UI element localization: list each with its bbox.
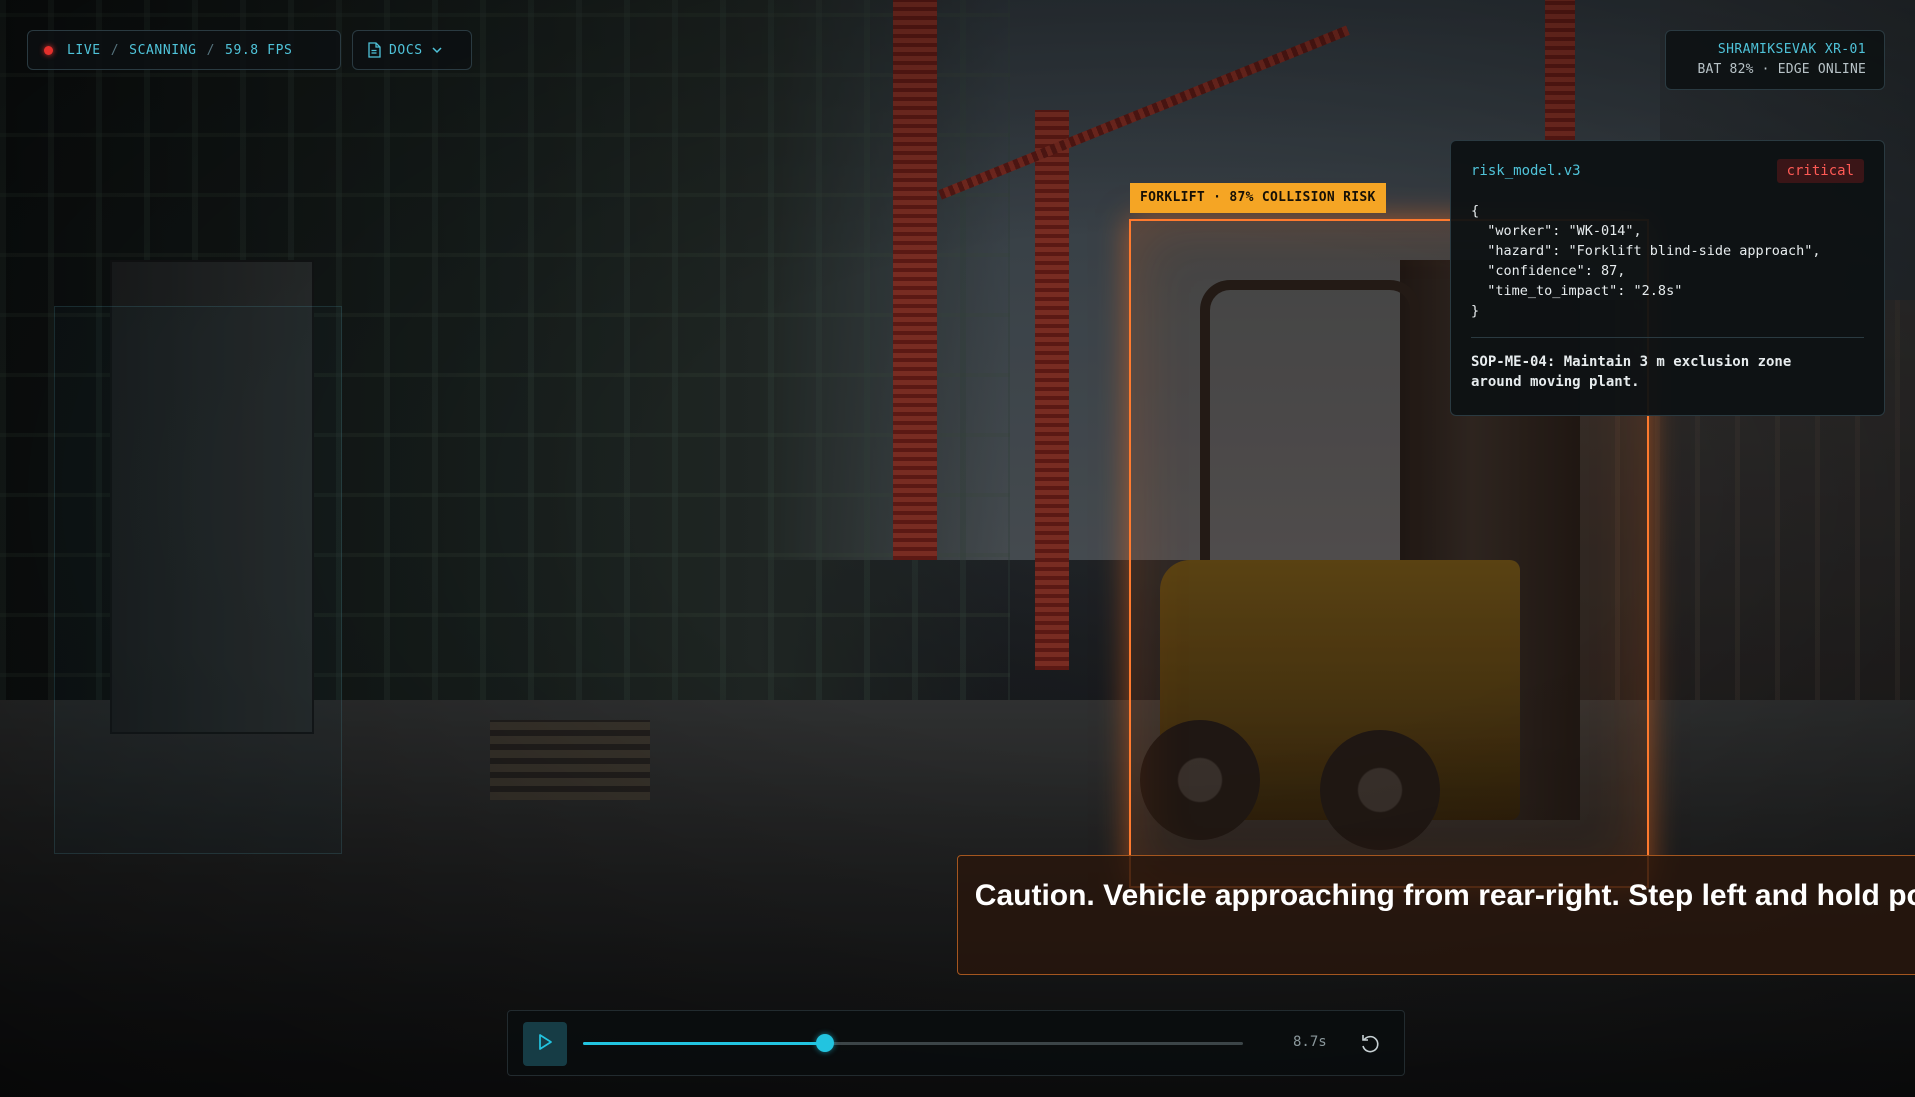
slider-handle[interactable]: [815, 1034, 834, 1052]
chevron-down-icon: [431, 46, 443, 54]
caption-text: Caution. Vehicle approaching from rear-r…: [974, 879, 1915, 912]
play-icon: [537, 1033, 553, 1055]
live-label: LIVE: [67, 42, 101, 58]
docs-label: DOCS: [389, 42, 423, 58]
record-dot-icon: [44, 45, 53, 55]
divider: [1471, 337, 1864, 338]
playback-bar: 8.7s: [507, 1010, 1405, 1076]
voice-caption: Caution. Vehicle approaching from rear-r…: [957, 855, 1915, 975]
status-bar: LIVE / SCANNING / 59.8 FPS: [27, 30, 341, 70]
sop-text: SOP-ME-04: Maintain 3 m exclusion zone a…: [1471, 354, 1792, 390]
progress-slider[interactable]: [583, 1034, 1243, 1052]
replay-icon: [1357, 1035, 1383, 1061]
document-icon: [367, 42, 381, 58]
play-button[interactable]: [523, 1022, 567, 1066]
severity-badge: critical: [1776, 159, 1864, 183]
separator: /: [110, 42, 120, 58]
docs-dropdown[interactable]: DOCS: [352, 30, 472, 70]
separator: /: [206, 42, 216, 58]
time-label: 8.7s: [1293, 1034, 1327, 1050]
risk-json: { "worker": "WK-014", "hazard": "Forklif…: [1471, 203, 1821, 319]
camera-feed: FORKLIFT · 87% COLLISION RISK LIVE / SCA…: [0, 0, 1915, 1097]
device-status-card: SHRAMIKSEVAK XR-01 BAT 82% · EDGE ONLINE: [1665, 30, 1885, 90]
replay-button[interactable]: [1357, 1031, 1383, 1057]
detection-label: FORKLIFT · 87% COLLISION RISK: [1130, 183, 1386, 213]
mode-label: SCANNING: [129, 42, 197, 58]
model-name: risk_model.v3: [1471, 163, 1581, 179]
device-name: SHRAMIKSEVAK XR-01: [1717, 42, 1866, 57]
fps-label: 59.8 FPS: [225, 42, 293, 58]
progress-fill: [583, 1042, 825, 1045]
device-status: BAT 82% · EDGE ONLINE: [1697, 62, 1866, 77]
scan-zone: [54, 306, 342, 854]
risk-panel: risk_model.v3 critical { "worker": "WK-0…: [1450, 140, 1885, 416]
